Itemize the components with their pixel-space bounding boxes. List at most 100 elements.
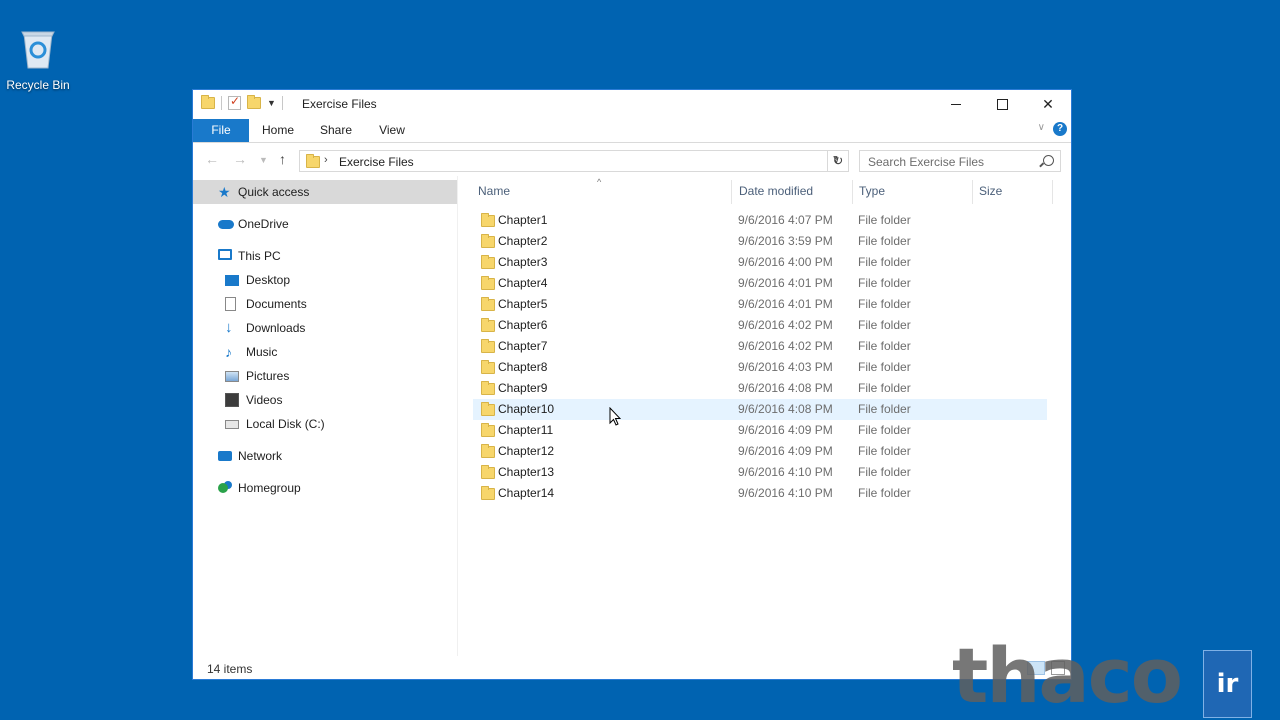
tab-view[interactable]: View [367,119,417,142]
computer-icon [218,249,232,260]
refresh-button[interactable]: ↻ [827,150,849,172]
folder-icon [481,381,495,395]
sidebar-item-label: Downloads [246,321,306,335]
navigation-pane: ★ Quick access OneDrive This PC Desktop … [193,176,457,656]
sidebar-item-pictures[interactable]: Pictures [193,364,457,388]
chevron-right-icon[interactable]: › [324,154,328,166]
refresh-icon: ↻ [832,153,844,168]
folder-icon [481,297,495,311]
sidebar-item-downloads[interactable]: ↓ Downloads [193,316,457,340]
search-placeholder: Search Exercise Files [868,155,985,169]
file-date-modified: 9/6/2016 4:01 PM [738,276,833,290]
up-arrow-icon[interactable]: ↑ [279,151,286,167]
table-row[interactable]: Chapter4 9/6/2016 4:01 PM File folder [473,273,1047,294]
recent-locations-icon[interactable]: ▼ [259,155,268,165]
table-row[interactable]: Chapter13 9/6/2016 4:10 PM File folder [473,462,1047,483]
search-input[interactable]: Search Exercise Files [859,150,1061,172]
file-name: Chapter12 [498,444,555,458]
minimize-button[interactable] [933,90,979,118]
customize-toolbar-icon[interactable]: ▼ [267,98,276,108]
table-row[interactable]: Chapter1 9/6/2016 4:07 PM File folder [473,210,1047,231]
sidebar-item-videos[interactable]: Videos [193,388,457,412]
column-divider[interactable] [1052,180,1053,204]
sidebar-item-quick-access[interactable]: ★ Quick access [193,180,457,204]
address-bar[interactable]: › Exercise Files ∨ [299,150,849,172]
file-name: Chapter9 [498,381,548,395]
column-header-size[interactable]: Size [979,176,1002,206]
folder-icon [481,213,495,227]
table-row[interactable]: Chapter6 9/6/2016 4:02 PM File folder [473,315,1047,336]
properties-icon[interactable] [228,94,241,110]
forward-arrow-icon[interactable]: → [233,151,247,167]
file-type: File folder [858,423,911,437]
file-type: File folder [858,444,911,458]
sidebar-item-music[interactable]: ♪ Music [193,340,457,364]
minimize-icon [951,103,961,105]
music-icon: ♪ [225,344,232,360]
file-date-modified: 9/6/2016 4:09 PM [738,423,833,437]
pane-divider[interactable] [457,176,458,656]
table-row[interactable]: Chapter3 9/6/2016 4:00 PM File folder [473,252,1047,273]
status-item-count: 14 items [207,662,253,676]
table-row[interactable]: Chapter12 9/6/2016 4:09 PM File folder [473,441,1047,462]
tab-share[interactable]: Share [311,119,361,142]
file-type: File folder [858,486,911,500]
new-folder-icon[interactable] [247,95,261,109]
column-header-name[interactable]: Name [478,176,510,206]
folder-icon [481,444,495,458]
toolbar-separator [281,96,283,110]
help-icon[interactable]: ? [1053,122,1067,136]
sidebar-item-this-pc[interactable]: This PC [193,244,457,268]
folder-icon [481,423,495,437]
file-name: Chapter1 [498,213,548,227]
table-row[interactable]: Chapter10 9/6/2016 4:08 PM File folder [473,399,1047,420]
table-row[interactable]: Chapter14 9/6/2016 4:10 PM File folder [473,483,1047,504]
sidebar-item-label: Homegroup [238,481,301,495]
sidebar-item-desktop[interactable]: Desktop [193,268,457,292]
tab-home[interactable]: Home [253,119,303,142]
sidebar-item-documents[interactable]: Documents [193,292,457,316]
maximize-button[interactable] [979,90,1025,118]
column-header-type[interactable]: Type [859,176,885,206]
table-row[interactable]: Chapter11 9/6/2016 4:09 PM File folder [473,420,1047,441]
table-row[interactable]: Chapter2 9/6/2016 3:59 PM File folder [473,231,1047,252]
file-type: File folder [858,276,911,290]
file-type: File folder [858,255,911,269]
address-row: ← → ▼ ↑ › Exercise Files ∨ ↻ Search Exer… [193,143,1071,177]
desktop-icon-recycle-bin[interactable]: Recycle Bin [4,26,72,92]
file-date-modified: 9/6/2016 4:10 PM [738,486,833,500]
column-header-date[interactable]: Date modified [739,176,813,206]
tab-file[interactable]: File [193,119,249,142]
file-date-modified: 9/6/2016 4:01 PM [738,297,833,311]
table-row[interactable]: Chapter5 9/6/2016 4:01 PM File folder [473,294,1047,315]
sidebar-item-onedrive[interactable]: OneDrive [193,212,457,236]
breadcrumb-item[interactable]: Exercise Files [339,155,414,169]
quick-access-toolbar: ▼ [201,94,283,110]
folder-icon [306,154,320,168]
table-row[interactable]: Chapter8 9/6/2016 4:03 PM File folder [473,357,1047,378]
file-date-modified: 9/6/2016 4:03 PM [738,360,833,374]
close-button[interactable]: ✕ [1025,90,1071,118]
title-bar[interactable]: ▼ Exercise Files ✕ [193,90,1071,118]
file-name: Chapter11 [498,423,554,437]
sidebar-item-local-disk[interactable]: Local Disk (C:) [193,412,457,436]
column-divider[interactable] [852,180,853,204]
sidebar-item-network[interactable]: Network [193,444,457,468]
table-row[interactable]: Chapter9 9/6/2016 4:08 PM File folder [473,378,1047,399]
documents-icon [225,297,236,311]
column-divider[interactable] [731,180,732,204]
file-name: Chapter2 [498,234,548,248]
sidebar-item-label: Videos [246,393,283,407]
table-row[interactable]: Chapter7 9/6/2016 4:02 PM File folder [473,336,1047,357]
folder-icon [481,339,495,353]
sidebar-item-homegroup[interactable]: Homegroup [193,476,457,500]
back-arrow-icon[interactable]: ← [205,151,219,167]
column-divider[interactable] [972,180,973,204]
search-icon [1043,155,1054,166]
sidebar-item-label: Documents [246,297,307,311]
file-date-modified: 9/6/2016 4:08 PM [738,402,833,416]
expand-ribbon-icon[interactable]: ∨ [1038,122,1045,133]
pictures-icon [225,371,239,382]
file-name: Chapter14 [498,486,555,500]
file-type: File folder [858,360,911,374]
